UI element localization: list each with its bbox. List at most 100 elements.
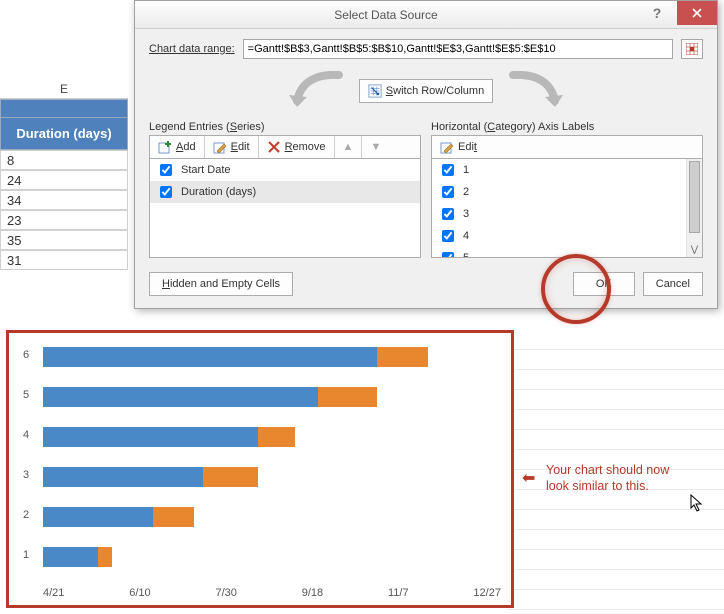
chart-bar-duration <box>153 507 194 527</box>
scroll-down-icon[interactable]: ⋁ <box>689 243 700 255</box>
chart-bar-row: 1 <box>43 547 501 567</box>
category-item-checkbox[interactable] <box>442 186 454 198</box>
chart-x-tick: 7/30 <box>216 587 237 599</box>
chart-bar-start <box>43 507 153 527</box>
chart-x-tick: 11/7 <box>388 587 409 599</box>
data-cell[interactable]: 23 <box>0 210 128 230</box>
legend-item[interactable]: Start Date <box>150 159 420 181</box>
category-item[interactable]: 3 <box>432 203 702 225</box>
annotation-line1: Your chart should now <box>546 462 669 478</box>
chart-bar-start <box>43 387 318 407</box>
chart-data-range-row: Chart data range: <box>149 39 703 59</box>
triangle-down-icon: ▼ <box>370 141 381 153</box>
switch-icon <box>368 84 382 98</box>
select-data-source-dialog: Select Data Source ? Chart data range: <box>134 0 718 309</box>
add-series-button[interactable]: Add <box>150 136 205 158</box>
mouse-cursor-icon <box>690 494 706 519</box>
switch-row-column-button[interactable]: Switch Row/Column <box>359 79 493 103</box>
chart-bar-duration <box>258 427 295 447</box>
chart-bar-row: 6 <box>43 347 501 367</box>
category-item-checkbox[interactable] <box>442 252 454 258</box>
category-item-label: 3 <box>463 208 469 220</box>
chart-bar-start <box>43 547 98 567</box>
chart-y-tick: 2 <box>23 509 29 521</box>
chart-data-range-label: Chart data range: <box>149 43 235 55</box>
legend-entries-title: Legend Entries (Series) <box>149 121 421 133</box>
category-item-label: 4 <box>463 230 469 242</box>
annotation-line2: look similar to this. <box>546 478 669 494</box>
data-cell[interactable]: 31 <box>0 250 128 270</box>
category-item-checkbox[interactable] <box>442 164 454 176</box>
chart-x-axis: 4/216/107/309/1811/712/27 <box>43 587 501 599</box>
chart-y-tick: 6 <box>23 349 29 361</box>
chart-bar-start <box>43 427 258 447</box>
chart-x-tick: 9/18 <box>302 587 323 599</box>
category-toolbar: Edit <box>431 135 703 158</box>
range-picker-button[interactable] <box>681 39 703 59</box>
move-down-button[interactable]: ▼ <box>362 136 389 158</box>
edit-icon <box>213 140 227 154</box>
range-picker-icon <box>686 43 698 55</box>
data-cell[interactable]: 34 <box>0 190 128 210</box>
edit-category-button[interactable]: Edit <box>432 136 485 158</box>
category-item[interactable]: 1 <box>432 159 702 181</box>
switch-label-rest: witch Row/Column <box>393 85 484 97</box>
curve-arrow-right-icon <box>499 71 569 111</box>
chart-bar-start <box>43 347 377 367</box>
legend-item-label: Duration (days) <box>181 186 256 198</box>
move-up-button[interactable]: ▲ <box>335 136 363 158</box>
chart-y-tick: 5 <box>23 389 29 401</box>
chart-bar-duration <box>377 347 427 367</box>
category-item-label: 2 <box>463 186 469 198</box>
remove-series-button[interactable]: Remove <box>259 136 335 158</box>
legend-item[interactable]: Duration (days) <box>150 181 420 203</box>
curve-arrow-left-icon <box>283 71 353 111</box>
switch-row-column-row: Switch Row/Column <box>149 69 703 113</box>
chart-y-tick: 4 <box>23 429 29 441</box>
data-cell[interactable]: 35 <box>0 230 128 250</box>
annotation-arrow-icon: ⬅ <box>522 468 535 488</box>
chart-bar-row: 5 <box>43 387 501 407</box>
chart-bar-row: 2 <box>43 507 501 527</box>
category-item[interactable]: 4 <box>432 225 702 247</box>
legend-item-label: Start Date <box>181 164 231 176</box>
dialog-title: Select Data Source <box>135 8 637 22</box>
chart-bar-start <box>43 467 203 487</box>
close-icon <box>692 8 702 18</box>
category-item-label: 1 <box>463 164 469 176</box>
chart-plot-area: 654321 <box>43 341 501 577</box>
chart-y-tick: 1 <box>23 549 29 561</box>
help-button[interactable]: ? <box>637 1 677 25</box>
remove-icon <box>267 140 281 154</box>
gantt-chart-preview: 654321 4/216/107/309/1811/712/27 <box>6 330 514 608</box>
data-cell[interactable]: 24 <box>0 170 128 190</box>
legend-listbox[interactable]: Start Date Duration (days) <box>149 158 421 258</box>
legend-item-checkbox[interactable] <box>160 186 172 198</box>
chart-bar-row: 3 <box>43 467 501 487</box>
data-cell[interactable]: 8 <box>0 150 128 170</box>
legend-entries-pane: Legend Entries (Series) Add Edit Remove <box>149 121 421 258</box>
dialog-titlebar[interactable]: Select Data Source ? <box>135 1 717 29</box>
category-axis-title: Horizontal (Category) Axis Labels <box>431 121 703 133</box>
chart-x-tick: 6/10 <box>129 587 150 599</box>
edit-icon <box>440 140 454 154</box>
chart-data-range-input[interactable] <box>243 39 673 59</box>
dialog-bottom-row: Hidden and Empty Cells OK Cancel <box>149 272 703 296</box>
header-top-border <box>0 99 128 117</box>
chart-bar-duration <box>318 387 378 407</box>
legend-item-checkbox[interactable] <box>160 164 172 176</box>
chart-x-tick: 12/27 <box>473 587 501 599</box>
scroll-thumb[interactable] <box>689 161 700 233</box>
category-listbox[interactable]: 1 2 3 4 5 ⋁ <box>431 158 703 258</box>
cancel-button[interactable]: Cancel <box>643 272 703 296</box>
close-button[interactable] <box>677 1 717 25</box>
hidden-empty-cells-button[interactable]: Hidden and Empty Cells <box>149 272 293 296</box>
ok-button[interactable]: OK <box>573 272 635 296</box>
add-icon <box>158 140 172 154</box>
scrollbar[interactable]: ⋁ <box>686 159 702 257</box>
category-item[interactable]: 5 <box>432 247 702 258</box>
category-item[interactable]: 2 <box>432 181 702 203</box>
edit-series-button[interactable]: Edit <box>205 136 259 158</box>
category-item-checkbox[interactable] <box>442 230 454 242</box>
category-item-checkbox[interactable] <box>442 208 454 220</box>
